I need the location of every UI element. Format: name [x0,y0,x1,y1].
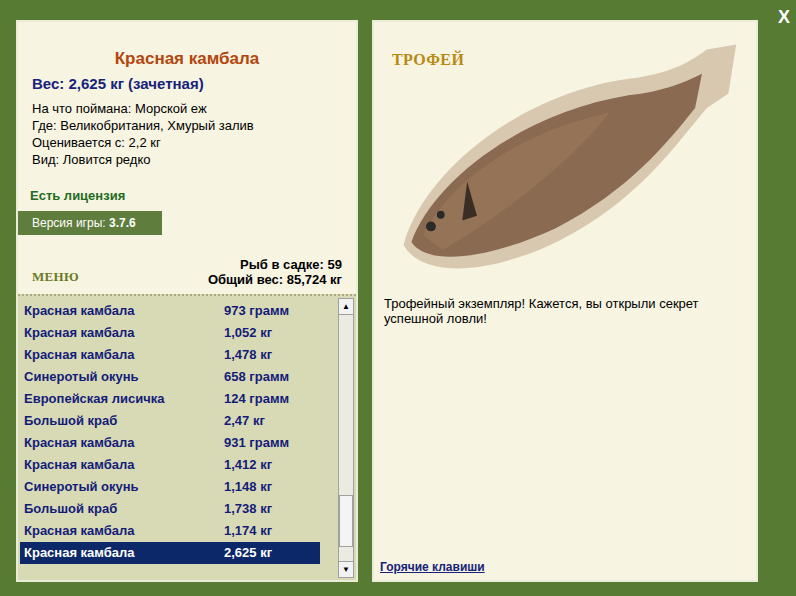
trophy-panel: ТРОФЕЙ Трофейный экземпляр! Кажется, вы о… [372,20,758,582]
fish-count: Рыб в садке: 59 [240,257,342,272]
info-line: Вид: Ловится редко [32,151,356,168]
catch-row[interactable]: Красная камбала1,412 кг [20,454,320,476]
catch-row[interactable]: Красная камбала1,478 кг [20,344,320,366]
trophy-message: Трофейный экземпляр! Кажется, вы открыли… [384,296,746,326]
catch-row[interactable]: Европейская лисичка124 грамм [20,388,320,410]
scroll-up-button[interactable]: ▲ [339,299,353,315]
license-status: Есть лицензия [18,186,356,206]
game-screen: Красная камбалаВес: 2,625 кг (зачетная) Н… [0,0,796,596]
info-line: Где: Великобритания, Хмурый залив [32,117,356,134]
catch-list: Красная камбала973 граммКрасная камбала1… [18,294,356,580]
version-bar: Версия игры: 3.7.6 [18,211,162,235]
trophy-badge: ТРОФЕЙ [392,48,464,72]
total-weight: Общий вес: 85,724 кг [208,272,342,287]
hotkeys-link[interactable]: Горячие клавиши [380,558,746,576]
catch-row[interactable]: Красная камбала1,052 кг [20,322,320,344]
menu-button[interactable]: МЕНЮ [32,267,79,287]
catch-row[interactable]: Большой краб1,738 кг [20,498,320,520]
catch-row[interactable]: Синеротый окунь1,148 кг [20,476,320,498]
catch-row[interactable]: Большой краб2,47 кг [20,410,320,432]
catch-row[interactable]: Красная камбала1,174 кг [20,520,320,542]
info-line: На что поймана: Морской еж [32,100,356,117]
catch-row[interactable]: Красная камбала931 грамм [20,432,320,454]
scroll-down-button[interactable]: ▼ [339,561,353,577]
fish-title: Красная камбала [18,46,356,72]
catch-panel: Красная камбалаВес: 2,625 кг (зачетная) Н… [16,20,358,582]
info-line: Оценивается с: 2,2 кг [32,134,356,151]
catch-row[interactable]: Красная камбала2,625 кг [20,542,320,564]
catch-row[interactable]: Красная камбала973 грамм [20,300,320,322]
scroll-thumb[interactable] [339,495,353,547]
catch-row[interactable]: Синеротый окунь658 грамм [20,366,320,388]
scrollbar[interactable]: ▲▼ [338,298,354,578]
fish-weight: Вес: 2,625 кг (зачетная) [18,73,356,96]
close-button[interactable]: X [778,4,790,31]
flounder-icon [384,32,746,282]
